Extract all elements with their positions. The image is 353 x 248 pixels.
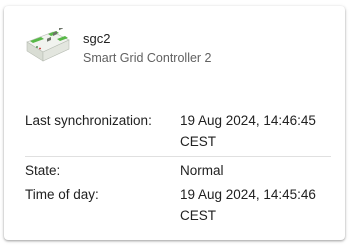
din-rail-controller-icon: [26, 28, 70, 62]
device-description: Smart Grid Controller 2: [83, 51, 212, 65]
last-synchronization-value: 19 Aug 2024, 14:46:45 CEST: [180, 113, 316, 149]
time-of-day-value: 19 Aug 2024, 14:45:46 CEST: [180, 187, 316, 223]
state-label: State:: [25, 163, 61, 178]
divider: [25, 156, 331, 157]
last-synchronization-label: Last synchronization:: [25, 113, 152, 128]
device-card: sgc2 Smart Grid Controller 2 Last synchr…: [4, 6, 345, 240]
device-name: sgc2: [83, 31, 111, 46]
state-value: Normal: [180, 163, 224, 178]
time-of-day-label: Time of day:: [25, 187, 99, 202]
device-header: sgc2 Smart Grid Controller 2: [4, 6, 345, 86]
